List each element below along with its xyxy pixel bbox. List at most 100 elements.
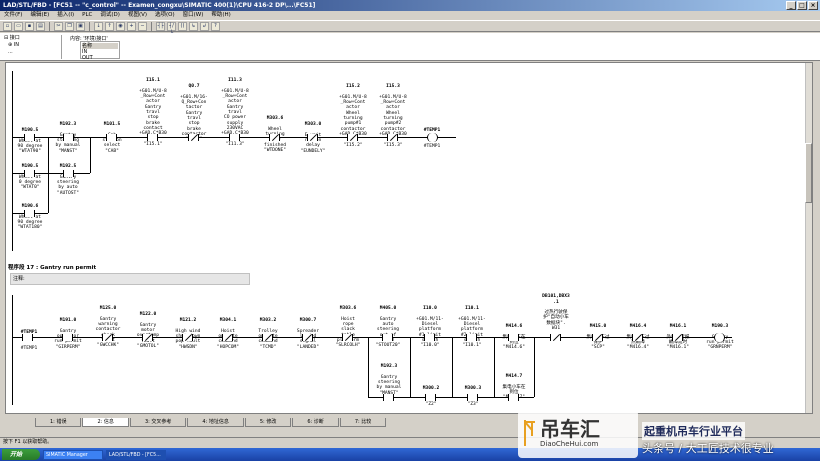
paste-icon[interactable]: ▣	[76, 21, 85, 31]
task-lad-editor[interactable]: LAD/STL/FBD - [FC5...	[106, 449, 166, 460]
operand-address: M416.4	[629, 324, 647, 330]
maximize-button[interactable]: □	[797, 1, 807, 10]
contact-landed[interactable]	[302, 334, 313, 341]
menu-options[interactable]: 选项(O)	[155, 11, 175, 20]
contact-eundely[interactable]	[307, 134, 318, 141]
operand-symbol: +G01.M/11- Diesel platform #1 limit swit…	[416, 316, 444, 349]
branch-open-icon[interactable]: ↳	[189, 21, 198, 31]
contact-gmotol[interactable]	[142, 334, 153, 341]
contact-cab[interactable]	[106, 134, 117, 141]
contact-temp1[interactable]	[22, 334, 33, 341]
contact-hwsdn[interactable]	[182, 334, 193, 341]
coil-icon[interactable]: ()	[178, 21, 187, 31]
coil-grnperm[interactable]	[714, 333, 725, 342]
menu-edit[interactable]: 编辑(E)	[30, 11, 49, 20]
contact-i10-1[interactable]	[466, 334, 477, 341]
start-button[interactable]: 开始	[2, 449, 40, 460]
upload-icon[interactable]: ↑	[105, 21, 114, 31]
ladder-editor[interactable]: M190.5 Wheel at 90 degree "WTAT90" M192.…	[5, 62, 813, 414]
contact-m416-1[interactable]	[672, 334, 683, 341]
minimize-button[interactable]: _	[786, 1, 796, 10]
contact-m414-7[interactable]	[508, 394, 519, 401]
operand-address: I15.2	[346, 84, 360, 90]
contact-db101[interactable]	[550, 334, 561, 341]
task-simatic-manager[interactable]: SIMATIC Manager	[43, 449, 103, 460]
contact-manst[interactable]	[63, 134, 74, 141]
help-icon[interactable]: ?	[211, 21, 220, 31]
contact-i15-3[interactable]	[387, 134, 398, 141]
name-value[interactable]: IN OUT	[82, 49, 118, 61]
contact-gwcchk[interactable]	[102, 334, 113, 341]
close-button[interactable]: ×	[808, 1, 818, 10]
operand-symbol: "Z2"	[425, 402, 437, 408]
operand-symbol: Hoist rope slack table platform "SLRCOLH…	[335, 316, 361, 349]
menu-view[interactable]: 视图(V)	[128, 11, 147, 20]
save-icon[interactable]: ▪	[25, 21, 34, 31]
contact-wtat0[interactable]	[24, 170, 35, 177]
segment-comment[interactable]: 注释:	[10, 273, 250, 285]
contact-m416-4[interactable]	[632, 334, 643, 341]
tab-diagnose[interactable]: 6: 诊断	[292, 418, 339, 427]
branch-close-icon[interactable]: ↲	[200, 21, 209, 31]
menu-insert[interactable]: 插入(I)	[57, 11, 74, 20]
contact-z2[interactable]	[425, 394, 436, 401]
interface-tree: ⊟ 接口 ⊕ IN ...	[2, 35, 62, 59]
scrollbar-thumb[interactable]	[805, 143, 812, 203]
contact-z3[interactable]	[467, 394, 478, 401]
contact-no-icon[interactable]: ┤├	[156, 21, 165, 31]
contact-manst-b[interactable]	[383, 394, 394, 401]
tab-compare[interactable]: 7: 比较	[339, 418, 387, 427]
tab-xref[interactable]: 3: 交叉参考	[129, 418, 187, 427]
menu-file[interactable]: 文件(F)	[4, 11, 22, 20]
operand-address: M414.7	[505, 374, 523, 380]
menu-window[interactable]: 窗口(W)	[183, 11, 204, 20]
operand-symbol: 过热行驶保 护"自动小车 数据块". W31	[543, 310, 569, 332]
contact-wtdone[interactable]	[269, 134, 280, 141]
tab-errors[interactable]: 1: 错误	[35, 418, 82, 427]
menu-debug[interactable]: 调试(D)	[100, 11, 120, 20]
operand-address: I11.3	[228, 78, 242, 84]
contact-hopcom[interactable]	[222, 334, 233, 341]
interface-table: 名称 IN OUT	[80, 41, 120, 61]
contact-nc-icon[interactable]: ┤/├	[167, 21, 176, 36]
toolbar-separator	[49, 21, 50, 31]
copy-icon[interactable]: ❐	[65, 21, 74, 31]
operand-label: M303.6 Wheel turning time finished "WTDO…	[256, 111, 294, 153]
contact-wtat180[interactable]	[24, 210, 35, 217]
contact-autost[interactable]	[63, 170, 74, 177]
print-icon[interactable]: ▤	[36, 21, 45, 31]
contact-q0-7[interactable]	[188, 134, 199, 141]
contact-i10-0[interactable]	[424, 334, 435, 341]
tree-root[interactable]: ⊟ 接口	[4, 35, 61, 42]
contact-i15-2[interactable]	[347, 134, 358, 141]
tab-info[interactable]: 2: 信息	[82, 418, 129, 427]
contact-m414-6[interactable]	[508, 334, 519, 341]
operand-address: M415.0	[589, 324, 607, 330]
contact-tcmd[interactable]	[262, 334, 273, 341]
tree-in[interactable]: ⊕ IN	[4, 42, 61, 49]
vertical-scrollbar[interactable]	[805, 63, 812, 413]
contact-stout20[interactable]	[382, 334, 393, 341]
operand-address: M122.0	[139, 312, 157, 318]
coil-temp1[interactable]	[427, 133, 438, 142]
contact-scp[interactable]	[592, 334, 603, 341]
contact-i11-3[interactable]	[229, 134, 240, 141]
contact-girperm[interactable]	[62, 334, 73, 341]
tab-modify[interactable]: 5: 修改	[244, 418, 292, 427]
cut-icon[interactable]: ✂	[54, 21, 63, 31]
menu-help[interactable]: 帮助(H)	[211, 11, 230, 20]
zoom-in-icon[interactable]: +	[127, 21, 136, 31]
menu-plc[interactable]: PLC	[82, 11, 92, 20]
operand-address: M121.2	[179, 318, 197, 324]
download-icon[interactable]: ↓	[94, 21, 103, 31]
contact-slrcolh[interactable]	[342, 334, 353, 341]
contact-wtat90[interactable]	[24, 134, 35, 141]
contact-i15-1[interactable]	[147, 134, 158, 141]
new-icon[interactable]: ▫	[3, 21, 12, 31]
zoom-out-icon[interactable]: −	[138, 21, 147, 31]
monitor-icon[interactable]: ◉	[116, 21, 125, 31]
operand-address: I10.0	[423, 306, 437, 312]
operand-symbol: Gantry steering by manual "MANST"	[376, 374, 402, 396]
open-icon[interactable]: ▭	[14, 21, 23, 31]
tab-address-info[interactable]: 4: 地址信息	[187, 418, 244, 427]
